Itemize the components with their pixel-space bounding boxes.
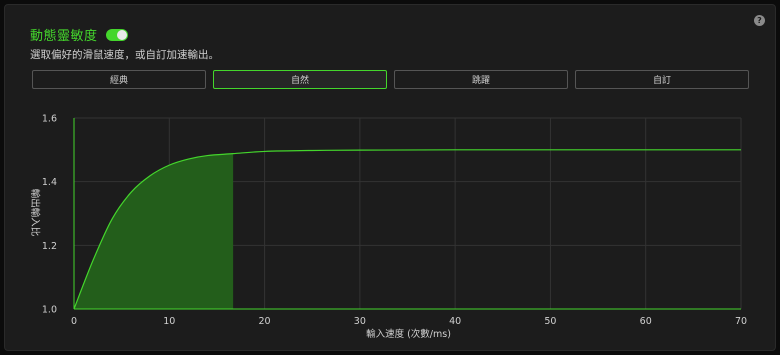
y-tick-label: 1.6 xyxy=(42,114,57,125)
x-tick-label: 10 xyxy=(163,316,175,327)
y-tick-label: 1.2 xyxy=(42,241,57,252)
acceleration-chart: 0 10 20 30 40 50 60 70 1.0 1.2 1.4 1.6 輸入速度 (次數/ms… xyxy=(29,114,747,341)
x-tick-label: 0 xyxy=(71,316,77,327)
filled-area xyxy=(74,153,234,309)
x-axis-label: 輸入速度 (次數/ms) xyxy=(366,328,451,340)
x-tick-label: 20 xyxy=(259,316,271,327)
x-tick-label: 40 xyxy=(449,316,461,327)
x-tick-label: 50 xyxy=(544,316,556,327)
x-tick-label: 70 xyxy=(735,316,747,327)
y-tick-label: 1.4 xyxy=(42,177,57,188)
x-tick-label: 60 xyxy=(640,316,652,327)
y-axis-label: 輸出輸入比 xyxy=(29,189,41,237)
y-tick-labels: 1.0 1.2 1.4 1.6 xyxy=(42,114,57,316)
x-tick-labels: 0 10 20 30 40 50 60 70 xyxy=(71,316,747,327)
x-tick-label: 30 xyxy=(354,316,366,327)
y-tick-label: 1.0 xyxy=(42,305,57,316)
